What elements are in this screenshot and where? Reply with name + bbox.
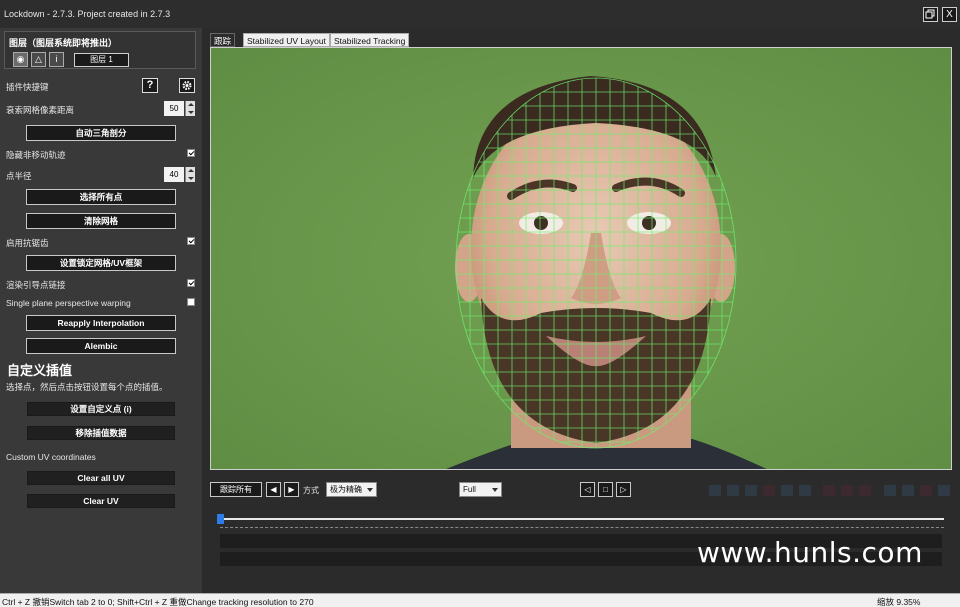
pixel-distance-value[interactable]: 50	[164, 101, 184, 116]
triangle-icon[interactable]: △	[31, 52, 46, 67]
single-plane-checkbox[interactable]	[187, 298, 195, 306]
timeline-playhead[interactable]	[217, 514, 224, 524]
zoom-level: 缩放 9.35%	[877, 597, 921, 607]
point-radius-value[interactable]: 40	[164, 167, 184, 182]
alembic-button[interactable]: Alembic	[26, 338, 176, 354]
render-guide-links-checkbox[interactable]	[187, 279, 195, 287]
timeline-track[interactable]	[219, 518, 944, 520]
tool-icon[interactable]	[799, 485, 811, 496]
tool-icon[interactable]	[902, 485, 914, 496]
status-bar: Ctrl + Z 撤销Switch tab 2 to 0; Shift+Ctrl…	[0, 593, 960, 607]
reapply-interpolation-button[interactable]: Reapply Interpolation	[26, 315, 176, 331]
auto-triangulate-button[interactable]: 自动三角剖分	[26, 125, 176, 141]
track-forward-icon[interactable]: ▶	[284, 482, 299, 497]
restore-icon[interactable]	[923, 7, 938, 22]
tab-tracking[interactable]: 跟踪	[210, 33, 236, 47]
plugin-shortcut-label: 插件快捷键	[6, 82, 49, 92]
enable-antialias-label: 启用抗锯齿	[6, 238, 49, 248]
timeline-ticks	[220, 527, 944, 528]
clear-uv-button[interactable]: Clear UV	[27, 494, 175, 508]
stepper-arrows-icon[interactable]	[185, 167, 195, 182]
custom-interp-title: 自定义插值	[7, 363, 73, 378]
tab-stabilized-tracking[interactable]: Stabilized Tracking	[330, 33, 410, 47]
left-panel: 图层（图层系统即将推出） ◉ △ i 图层 1 插件快捷键 ? 衰索网格像素距离…	[0, 28, 202, 593]
status-text: Ctrl + Z 撤销Switch tab 2 to 0; Shift+Ctrl…	[2, 597, 314, 607]
custom-uv-label: Custom UV coordinates	[6, 452, 96, 462]
resolution-select[interactable]: Full	[459, 482, 502, 497]
render-guide-links-label: 渲染引导点链接	[6, 280, 66, 290]
window-title: Lockdown - 2.7.3. Project created in 2.7…	[4, 9, 171, 19]
tool-icon[interactable]	[781, 485, 793, 496]
point-radius-label: 点半径	[6, 171, 32, 181]
tool-icon[interactable]	[884, 485, 896, 496]
help-button[interactable]: ?	[142, 78, 158, 93]
tool-icon[interactable]	[920, 485, 932, 496]
title-bar: Lockdown - 2.7.3. Project created in 2.7…	[0, 0, 960, 28]
gear-icon[interactable]	[179, 78, 195, 93]
hide-nonmoving-checkbox[interactable]	[187, 149, 195, 157]
hide-nonmoving-label: 隐藏非移动轨迹	[6, 150, 66, 160]
tracking-mesh[interactable]	[456, 78, 736, 448]
mode-label: 方式	[303, 486, 319, 495]
track-backward-icon[interactable]: ◀	[266, 482, 281, 497]
clear-mesh-button[interactable]: 清除网格	[26, 213, 176, 229]
single-plane-label: Single plane perspective warping	[6, 298, 131, 308]
layer-box: 图层（图层系统即将推出） ◉ △ i 图层 1	[4, 31, 196, 69]
tool-icon[interactable]	[745, 485, 757, 496]
enable-antialias-checkbox[interactable]	[187, 237, 195, 245]
tool-icon[interactable]	[938, 485, 950, 496]
tracking-viewport[interactable]	[210, 47, 952, 470]
tab-stabilized-uv-layout[interactable]: Stabilized UV Layout	[243, 33, 330, 47]
stepper-arrows-icon[interactable]	[185, 101, 195, 116]
clear-all-uv-button[interactable]: Clear all UV	[27, 471, 175, 485]
tool-icon[interactable]	[763, 485, 775, 496]
tool-icon[interactable]	[841, 485, 853, 496]
tool-icon[interactable]	[727, 485, 739, 496]
pixel-distance-label: 衰索网格像素距离	[6, 105, 75, 115]
next-frame-icon[interactable]: ▷	[616, 482, 631, 497]
face-image	[211, 48, 951, 469]
select-all-points-button[interactable]: 选择所有点	[26, 189, 176, 205]
tool-icon[interactable]	[709, 485, 721, 496]
layer-label: 图层（图层系统即将推出）	[9, 38, 118, 48]
eye-icon[interactable]: ◉	[13, 52, 28, 67]
track-all-button[interactable]: 跟踪所有	[210, 482, 262, 497]
info-icon[interactable]: i	[49, 52, 64, 67]
close-button[interactable]: X	[942, 7, 957, 22]
prev-frame-icon[interactable]: ◁	[580, 482, 595, 497]
mode-select[interactable]: 极为精确	[326, 482, 377, 497]
remove-interp-data-button[interactable]: 移除插值数据	[27, 426, 175, 440]
layer-name-button[interactable]: 图层 1	[74, 53, 129, 67]
set-custom-point-button[interactable]: 设置自定义点 (i)	[27, 402, 175, 416]
tool-icon[interactable]	[859, 485, 871, 496]
watermark: www.hunls.com	[697, 536, 923, 569]
pixel-distance-stepper[interactable]: 50	[164, 101, 196, 116]
set-locked-mesh-button[interactable]: 设置锁定网格/UV框架	[26, 255, 176, 271]
custom-interp-desc: 选择点，然后点击按钮设置每个点的插值。	[6, 382, 168, 392]
tool-icon[interactable]	[823, 485, 835, 496]
point-radius-stepper[interactable]: 40	[164, 167, 196, 182]
stop-icon[interactable]: □	[598, 482, 613, 497]
